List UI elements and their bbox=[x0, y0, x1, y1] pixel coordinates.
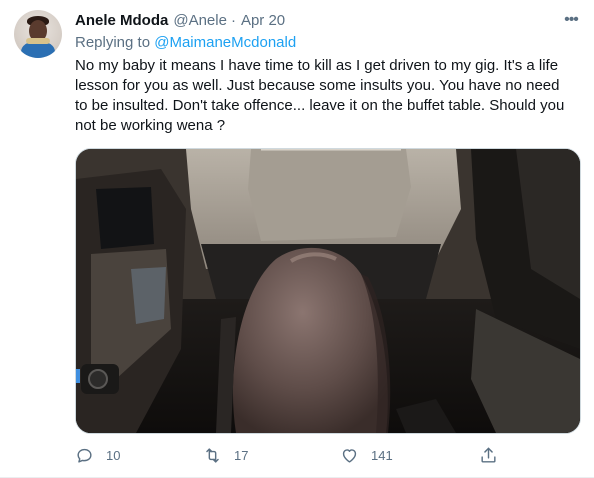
share-button[interactable] bbox=[479, 444, 498, 466]
author-handle[interactable]: @Anele bbox=[173, 12, 227, 29]
tweet-text: No my baby it means I have time to kill … bbox=[75, 57, 565, 134]
tweet-header: Anele Mdoda @Anele · Apr 20 bbox=[75, 10, 285, 30]
reply-icon bbox=[77, 448, 92, 463]
reply-prefix: Replying to bbox=[75, 34, 151, 51]
retweet-count: 17 bbox=[234, 447, 249, 463]
like-button[interactable]: 141 bbox=[340, 444, 393, 466]
more-icon: ••• bbox=[564, 11, 579, 28]
more-button[interactable]: ••• bbox=[560, 10, 582, 30]
tweet-date[interactable]: Apr 20 bbox=[241, 12, 285, 29]
reply-button[interactable]: 10 bbox=[75, 444, 120, 466]
like-count: 141 bbox=[371, 447, 393, 463]
avatar[interactable] bbox=[14, 10, 62, 58]
avatar-necklace bbox=[26, 38, 50, 44]
retweet-button[interactable]: 17 bbox=[203, 444, 248, 466]
photo-car-interior bbox=[76, 149, 580, 433]
reply-context: Replying to @MaimaneMcdonald bbox=[75, 34, 296, 51]
reply-count: 10 bbox=[106, 447, 121, 463]
heart-icon bbox=[342, 448, 357, 463]
tweet-actions: 10 17 141 bbox=[75, 444, 579, 466]
author-name[interactable]: Anele Mdoda bbox=[75, 12, 168, 29]
tweet[interactable]: Anele Mdoda @Anele · Apr 20 ••• Replying… bbox=[0, 0, 594, 478]
share-icon bbox=[481, 447, 496, 463]
header-separator: · bbox=[230, 11, 236, 29]
reply-mention-link[interactable]: @MaimaneMcdonald bbox=[154, 34, 296, 51]
retweet-icon bbox=[206, 447, 219, 463]
tweet-photo[interactable] bbox=[75, 148, 581, 434]
